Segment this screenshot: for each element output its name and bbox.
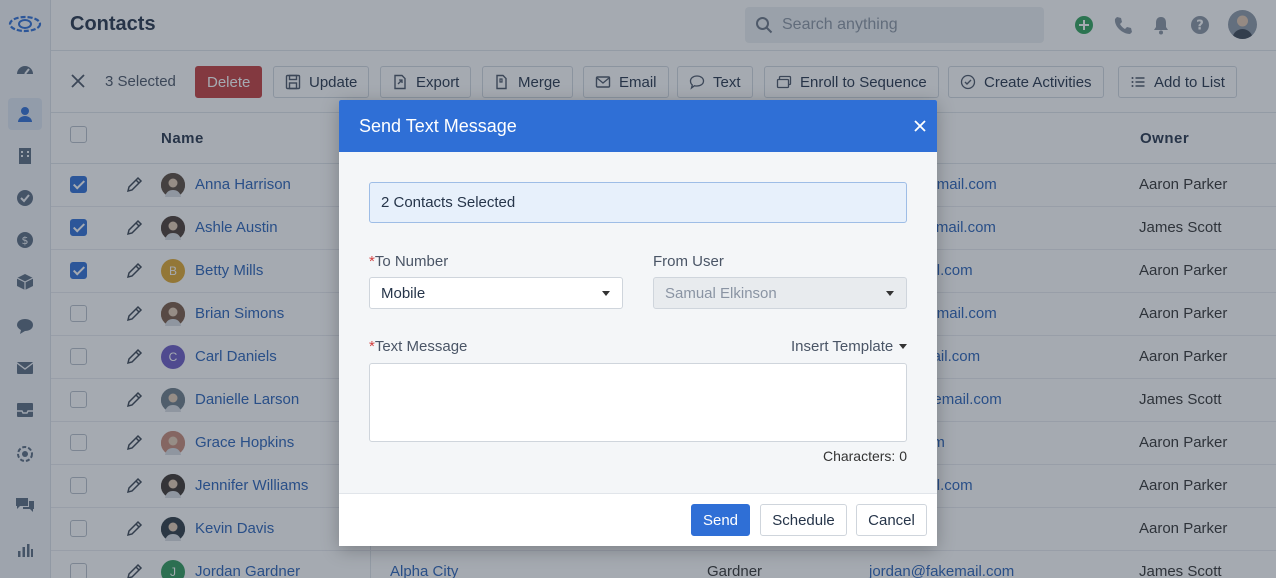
- chevron-down-icon: [886, 291, 894, 296]
- chevron-down-icon: [602, 291, 610, 296]
- text-message-label: *Text Message: [369, 338, 467, 355]
- contacts-selected-banner: 2 Contacts Selected: [369, 182, 907, 223]
- text-message-label-text: Text Message: [374, 338, 468, 355]
- from-user-select: Samual Elkinson: [653, 277, 907, 309]
- from-user-label: From User: [653, 253, 724, 270]
- send-button[interactable]: Send: [691, 504, 750, 536]
- cancel-button[interactable]: Cancel: [856, 504, 927, 536]
- dialog-footer: Send Schedule Cancel: [339, 493, 937, 546]
- character-count: Characters: 0: [822, 448, 907, 464]
- schedule-button[interactable]: Schedule: [760, 504, 847, 536]
- dialog-body: 2 Contacts Selected *To Number Mobile Fr…: [339, 152, 937, 493]
- dialog-header: Send Text Message: [339, 100, 937, 152]
- dialog-title: Send Text Message: [359, 116, 517, 136]
- from-user-value: Samual Elkinson: [665, 285, 777, 302]
- close-icon[interactable]: [913, 119, 927, 133]
- send-text-message-dialog: Send Text Message 2 Contacts Selected *T…: [339, 100, 937, 546]
- insert-template-dropdown[interactable]: Insert Template: [791, 338, 893, 355]
- to-number-label-text: To Number: [374, 253, 449, 270]
- chevron-down-icon[interactable]: [899, 344, 907, 349]
- to-number-value: Mobile: [381, 285, 426, 302]
- to-number-label: *To Number: [369, 253, 448, 270]
- to-number-select[interactable]: Mobile: [369, 277, 623, 309]
- text-message-input[interactable]: [369, 363, 907, 442]
